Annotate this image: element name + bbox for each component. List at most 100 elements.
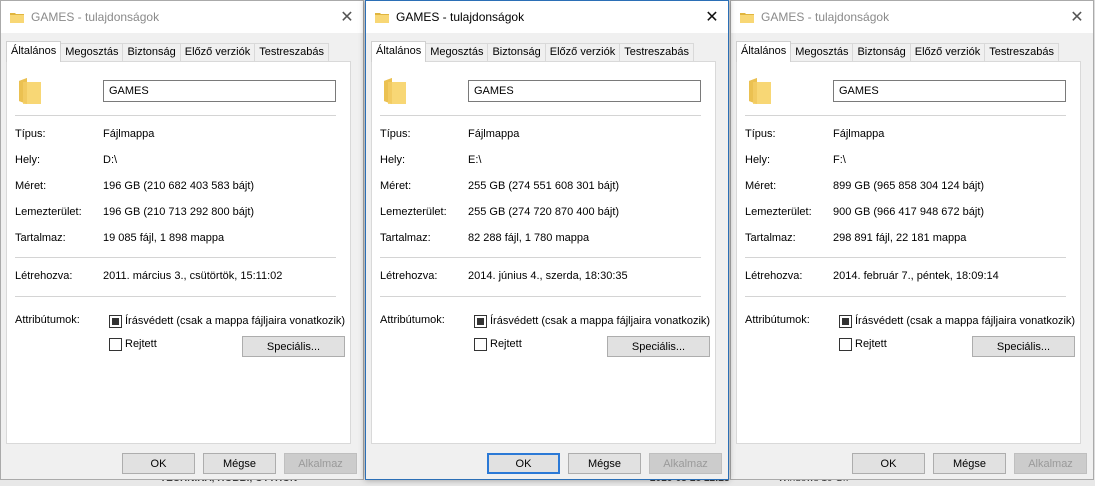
location-value: D:\ xyxy=(103,154,118,166)
disk-size-label: Lemezterület: xyxy=(15,206,82,218)
hidden-checkbox-label[interactable]: Rejtett xyxy=(125,338,157,350)
type-value: Fájlmappa xyxy=(833,128,885,140)
hidden-checkbox[interactable] xyxy=(474,338,487,351)
hidden-checkbox[interactable] xyxy=(109,338,122,351)
close-button[interactable]: ✕ xyxy=(331,1,363,31)
location-value: E:\ xyxy=(468,154,482,166)
general-panel: Típus: Fájlmappa Hely: E:\ Méret: 255 GB… xyxy=(371,61,716,444)
size-value: 196 GB (210 682 403 583 bájt) xyxy=(103,180,255,192)
general-panel: Típus: Fájlmappa Hely: D:\ Méret: 196 GB… xyxy=(6,61,351,444)
title-bar[interactable]: GAMES - tulajdonságok ✕ xyxy=(366,1,728,33)
separator xyxy=(15,257,336,258)
separator xyxy=(15,296,336,297)
advanced-button[interactable]: Speciális... xyxy=(607,336,710,357)
location-value: F:\ xyxy=(833,154,846,166)
contains-label: Tartalmaz: xyxy=(380,232,431,244)
apply-button[interactable]: Alkalmaz xyxy=(284,453,357,474)
apply-button[interactable]: Alkalmaz xyxy=(1014,453,1087,474)
readonly-checkbox-label[interactable]: Írásvédett (csak a mappa fájljaira vonat… xyxy=(490,315,710,327)
readonly-checkbox[interactable] xyxy=(109,315,122,328)
tab-previous-versions[interactable]: Előző verziók xyxy=(909,43,986,62)
tab-security[interactable]: Biztonság xyxy=(122,43,181,62)
tab-security[interactable]: Biztonság xyxy=(852,43,911,62)
tab-sharing[interactable]: Megosztás xyxy=(425,43,489,62)
type-value: Fájlmappa xyxy=(103,128,155,140)
disk-size-value: 196 GB (210 713 292 800 bájt) xyxy=(103,206,255,218)
readonly-checkbox[interactable] xyxy=(839,315,852,328)
tab-general[interactable]: Általános xyxy=(736,41,792,62)
folder-icon xyxy=(384,78,406,104)
ok-button[interactable]: OK xyxy=(487,453,560,474)
separator xyxy=(745,115,1066,116)
cancel-button[interactable]: Mégse xyxy=(933,453,1006,474)
type-label: Típus: xyxy=(15,128,46,140)
separator xyxy=(380,257,701,258)
apply-button[interactable]: Alkalmaz xyxy=(649,453,722,474)
ok-button[interactable]: OK xyxy=(122,453,195,474)
folder-icon xyxy=(19,78,41,104)
close-icon: ✕ xyxy=(340,6,354,26)
folder-name-input[interactable] xyxy=(833,80,1066,102)
disk-size-value: 255 GB (274 720 870 400 bájt) xyxy=(468,206,620,218)
advanced-button[interactable]: Speciális... xyxy=(972,336,1075,357)
properties-window-f: GAMES - tulajdonságok ✕ Általános Megosz… xyxy=(730,0,1094,480)
type-label: Típus: xyxy=(380,128,411,140)
hidden-checkbox[interactable] xyxy=(839,338,852,351)
readonly-checkbox[interactable] xyxy=(474,315,487,328)
separator xyxy=(380,296,701,297)
general-panel: Típus: Fájlmappa Hely: F:\ Méret: 899 GB… xyxy=(736,61,1081,444)
size-value: 899 GB (965 858 304 124 bájt) xyxy=(833,180,985,192)
folder-icon xyxy=(749,78,771,104)
folder-name-input[interactable] xyxy=(468,80,701,102)
close-icon: ✕ xyxy=(705,6,719,26)
type-value: Fájlmappa xyxy=(468,128,520,140)
close-button[interactable]: ✕ xyxy=(696,1,728,31)
tab-previous-versions[interactable]: Előző verziók xyxy=(179,43,256,62)
folder-name-input[interactable] xyxy=(103,80,336,102)
hidden-checkbox-label[interactable]: Rejtett xyxy=(855,338,887,350)
size-label: Méret: xyxy=(745,180,777,192)
created-value: 2014. június 4., szerda, 18:30:35 xyxy=(468,270,628,282)
cancel-button[interactable]: Mégse xyxy=(568,453,641,474)
tab-general[interactable]: Általános xyxy=(6,41,62,62)
window-title: GAMES - tulajdonságok xyxy=(761,10,890,24)
separator xyxy=(745,257,1066,258)
hidden-checkbox-label[interactable]: Rejtett xyxy=(490,338,522,350)
tab-customize[interactable]: Testreszabás xyxy=(254,43,330,62)
type-label: Típus: xyxy=(745,128,776,140)
close-button[interactable]: ✕ xyxy=(1061,1,1093,31)
size-value: 255 GB (274 551 608 301 bájt) xyxy=(468,180,620,192)
separator xyxy=(15,115,336,116)
cancel-button[interactable]: Mégse xyxy=(203,453,276,474)
readonly-checkbox-label[interactable]: Írásvédett (csak a mappa fájljaira vonat… xyxy=(125,315,345,327)
tab-customize[interactable]: Testreszabás xyxy=(619,43,695,62)
tab-sharing[interactable]: Megosztás xyxy=(790,43,854,62)
location-label: Hely: xyxy=(380,154,406,166)
tab-strip: Általános Megosztás Biztonság Előző verz… xyxy=(371,41,695,62)
readonly-checkbox-label[interactable]: Írásvédett (csak a mappa fájljaira vonat… xyxy=(855,315,1075,327)
tab-general[interactable]: Általános xyxy=(371,41,427,62)
title-bar[interactable]: GAMES - tulajdonságok ✕ xyxy=(1,1,363,33)
title-bar[interactable]: GAMES - tulajdonságok ✕ xyxy=(731,1,1093,33)
contains-value: 298 891 fájl, 22 181 mappa xyxy=(833,232,967,244)
advanced-button[interactable]: Speciális... xyxy=(242,336,345,357)
created-label: Létrehozva: xyxy=(745,270,803,282)
tab-strip: Általános Megosztás Biztonság Előző verz… xyxy=(6,41,330,62)
close-icon: ✕ xyxy=(1070,6,1084,26)
folder-icon xyxy=(10,13,24,23)
created-label: Létrehozva: xyxy=(15,270,73,282)
tab-sharing[interactable]: Megosztás xyxy=(60,43,124,62)
created-label: Létrehozva: xyxy=(380,270,438,282)
contains-label: Tartalmaz: xyxy=(745,232,796,244)
tab-customize[interactable]: Testreszabás xyxy=(984,43,1060,62)
tab-previous-versions[interactable]: Előző verziók xyxy=(544,43,621,62)
tab-security[interactable]: Biztonság xyxy=(487,43,546,62)
ok-button[interactable]: OK xyxy=(852,453,925,474)
contains-label: Tartalmaz: xyxy=(15,232,66,244)
size-label: Méret: xyxy=(380,180,412,192)
disk-size-label: Lemezterület: xyxy=(380,206,447,218)
disk-size-label: Lemezterület: xyxy=(745,206,812,218)
contains-value: 82 288 fájl, 1 780 mappa xyxy=(468,232,590,244)
folder-icon xyxy=(740,13,754,23)
disk-size-value: 900 GB (966 417 948 672 bájt) xyxy=(833,206,985,218)
